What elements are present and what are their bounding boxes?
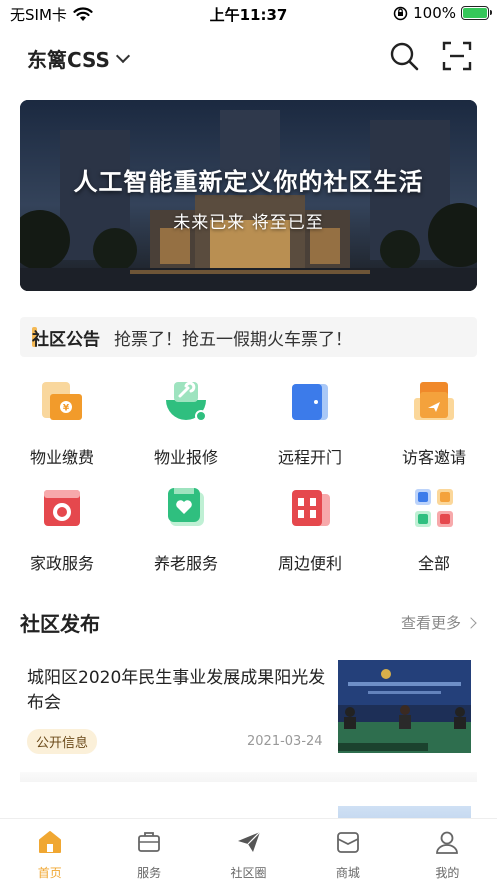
tab-label: 我的 bbox=[435, 866, 460, 880]
tab-community[interactable]: 社区圈 bbox=[199, 819, 298, 883]
scan-icon[interactable] bbox=[441, 40, 473, 72]
news-title: 城阳区2020年民生事业发展成果阳光发布会 bbox=[27, 668, 326, 713]
service-label: 物业缴费 bbox=[29, 448, 94, 467]
news-date: 2021-03-24 bbox=[247, 734, 323, 749]
tab-label: 首页 bbox=[37, 866, 62, 880]
service-all[interactable]: 全部 bbox=[372, 478, 496, 574]
store-icon bbox=[288, 486, 332, 530]
tab-mall[interactable]: 商城 bbox=[298, 819, 397, 883]
svg-text:¥: ¥ bbox=[63, 404, 70, 414]
service-label: 全部 bbox=[417, 554, 450, 573]
service-property-fee[interactable]: ¥ 物业缴费 bbox=[0, 372, 124, 468]
service-label: 物业报修 bbox=[153, 448, 218, 467]
repair-icon bbox=[164, 380, 208, 424]
notice-tag-label: 社区公告 bbox=[32, 329, 100, 350]
search-icon[interactable] bbox=[388, 40, 420, 72]
service-label: 远程开门 bbox=[277, 448, 342, 467]
home-icon bbox=[38, 831, 61, 853]
location-selector[interactable]: 东篱CSS bbox=[27, 44, 131, 73]
notice-tag: 社区公告 bbox=[32, 325, 100, 350]
service-remote-door[interactable]: 远程开门 bbox=[248, 372, 372, 468]
service-label: 养老服务 bbox=[153, 554, 218, 573]
tab-label: 服务 bbox=[137, 866, 162, 880]
service-housekeeping[interactable]: 家政服务 bbox=[0, 478, 124, 574]
news-item-partial[interactable] bbox=[0, 790, 497, 820]
status-right: 100% bbox=[393, 4, 492, 22]
chevron-right-icon bbox=[465, 616, 477, 629]
washer-icon bbox=[40, 486, 84, 530]
notice-text: 抢票了！抢五一假期火车票了！ bbox=[114, 329, 352, 350]
tab-profile[interactable]: 我的 bbox=[398, 819, 497, 883]
chevron-down-icon bbox=[115, 48, 131, 64]
visitor-icon bbox=[412, 380, 456, 424]
user-icon bbox=[436, 831, 459, 854]
service-visitor-invite[interactable]: 访客邀请 bbox=[372, 372, 496, 468]
service-label: 家政服务 bbox=[29, 554, 94, 573]
service-label: 访客邀请 bbox=[401, 448, 466, 467]
community-notice[interactable]: 社区公告 抢票了！抢五一假期火车票了！ bbox=[20, 317, 477, 357]
view-more-link[interactable]: 查看更多 bbox=[400, 612, 477, 633]
briefcase-icon bbox=[138, 832, 161, 852]
door-icon bbox=[288, 380, 332, 424]
battery-icon bbox=[461, 6, 492, 20]
tab-service[interactable]: 服务 bbox=[99, 819, 198, 883]
bottom-tab-bar: 首页 服务 社区圈 商城 我的 bbox=[0, 818, 497, 883]
news-tag: 公开信息 bbox=[27, 729, 98, 754]
all-icon bbox=[412, 486, 456, 530]
service-property-repair[interactable]: 物业报修 bbox=[124, 372, 248, 468]
paper-plane-icon bbox=[237, 831, 260, 852]
header: 东篱CSS bbox=[0, 28, 497, 88]
service-elderly-care[interactable]: 养老服务 bbox=[124, 478, 248, 574]
banner-subtitle: 未来已来 将至已至 bbox=[173, 213, 324, 233]
view-more-label: 查看更多 bbox=[400, 614, 461, 632]
tab-label: 商城 bbox=[335, 866, 360, 880]
section-title: 社区发布 bbox=[20, 612, 100, 636]
hero-banner[interactable]: 人工智能重新定义你的社区生活 未来已来 将至已至 bbox=[20, 100, 477, 291]
tab-home[interactable]: 首页 bbox=[0, 819, 99, 883]
news-item[interactable]: 城阳区2020年民生事业发展成果阳光发布会 公开信息 2021-03-24 bbox=[0, 650, 497, 768]
mall-icon bbox=[337, 832, 359, 853]
service-label: 周边便利 bbox=[277, 554, 342, 573]
elderly-care-icon bbox=[164, 486, 208, 530]
wallet-icon: ¥ bbox=[40, 380, 84, 424]
status-bar: 无SIM卡 上午11:37 100% bbox=[0, 0, 497, 28]
section-divider bbox=[20, 772, 477, 782]
battery-percent: 100% bbox=[413, 4, 456, 22]
service-nearby[interactable]: 周边便利 bbox=[248, 478, 372, 574]
location-name: 东篱CSS bbox=[27, 48, 110, 72]
tab-label: 社区圈 bbox=[230, 866, 267, 880]
banner-title: 人工智能重新定义你的社区生活 bbox=[73, 168, 424, 196]
orientation-lock-icon bbox=[393, 6, 408, 20]
news-thumbnail bbox=[338, 660, 471, 753]
